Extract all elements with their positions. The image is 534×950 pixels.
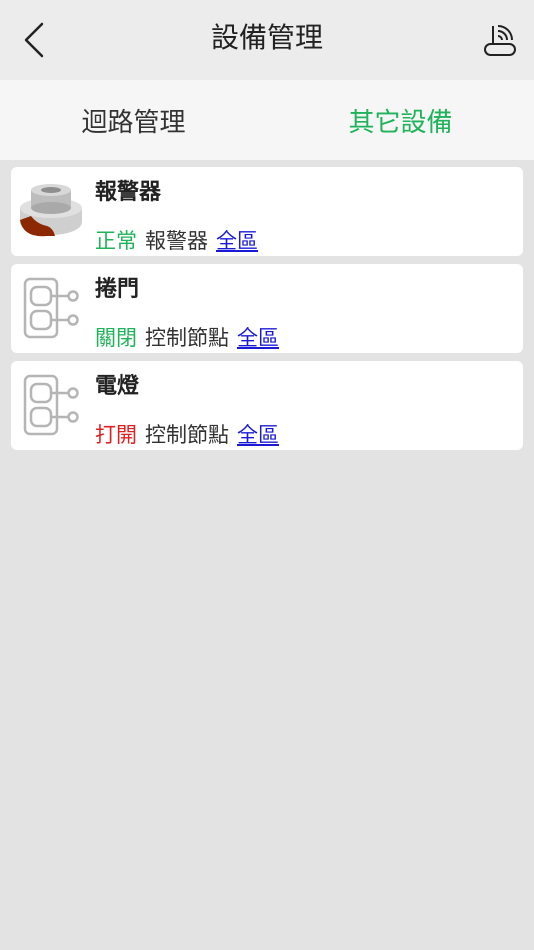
device-type: 報警器 — [145, 229, 208, 253]
device-name: 電燈 — [95, 374, 140, 399]
alarm-siren-icon — [17, 177, 85, 245]
zone-link[interactable]: 全區 — [237, 423, 279, 447]
device-name: 報警器 — [95, 180, 162, 205]
control-node-icon — [17, 371, 85, 439]
status-text: 關閉 — [95, 326, 137, 350]
router-wifi-icon — [484, 25, 516, 56]
device-meta: 關閉 控制節點 全區 — [95, 324, 279, 352]
status-text: 打開 — [95, 423, 137, 447]
device-card-rolling-door[interactable]: 捲門 關閉 控制節點 全區 — [11, 264, 523, 353]
device-card-light[interactable]: 電燈 打開 控制節點 全區 — [11, 361, 523, 450]
page-title: 設備管理 — [210, 21, 323, 54]
zone-link[interactable]: 全區 — [237, 326, 279, 350]
device-card-alarm[interactable]: 報警器 正常 報警器 全區 — [11, 167, 523, 256]
device-list: 報警器 正常 報警器 全區 捲門 關閉 控制節點 全區 電燈 打開 控制節點 全… — [11, 167, 523, 458]
control-node-icon — [17, 274, 85, 342]
zone-link[interactable]: 全區 — [216, 229, 258, 253]
device-name: 捲門 — [95, 277, 140, 302]
tab-other-devices[interactable]: 其它設備 — [267, 80, 534, 160]
tab-bar: 迴路管理 其它設備 — [0, 80, 534, 160]
device-type: 控制節點 — [145, 326, 229, 350]
status-text: 正常 — [95, 229, 137, 253]
device-meta: 打開 控制節點 全區 — [95, 421, 279, 449]
router-button[interactable] — [480, 18, 520, 62]
tab-circuit-management[interactable]: 迴路管理 — [0, 80, 267, 160]
device-type: 控制節點 — [145, 423, 229, 447]
nav-bar: 設備管理 — [0, 0, 534, 80]
device-meta: 正常 報警器 全區 — [95, 227, 258, 255]
